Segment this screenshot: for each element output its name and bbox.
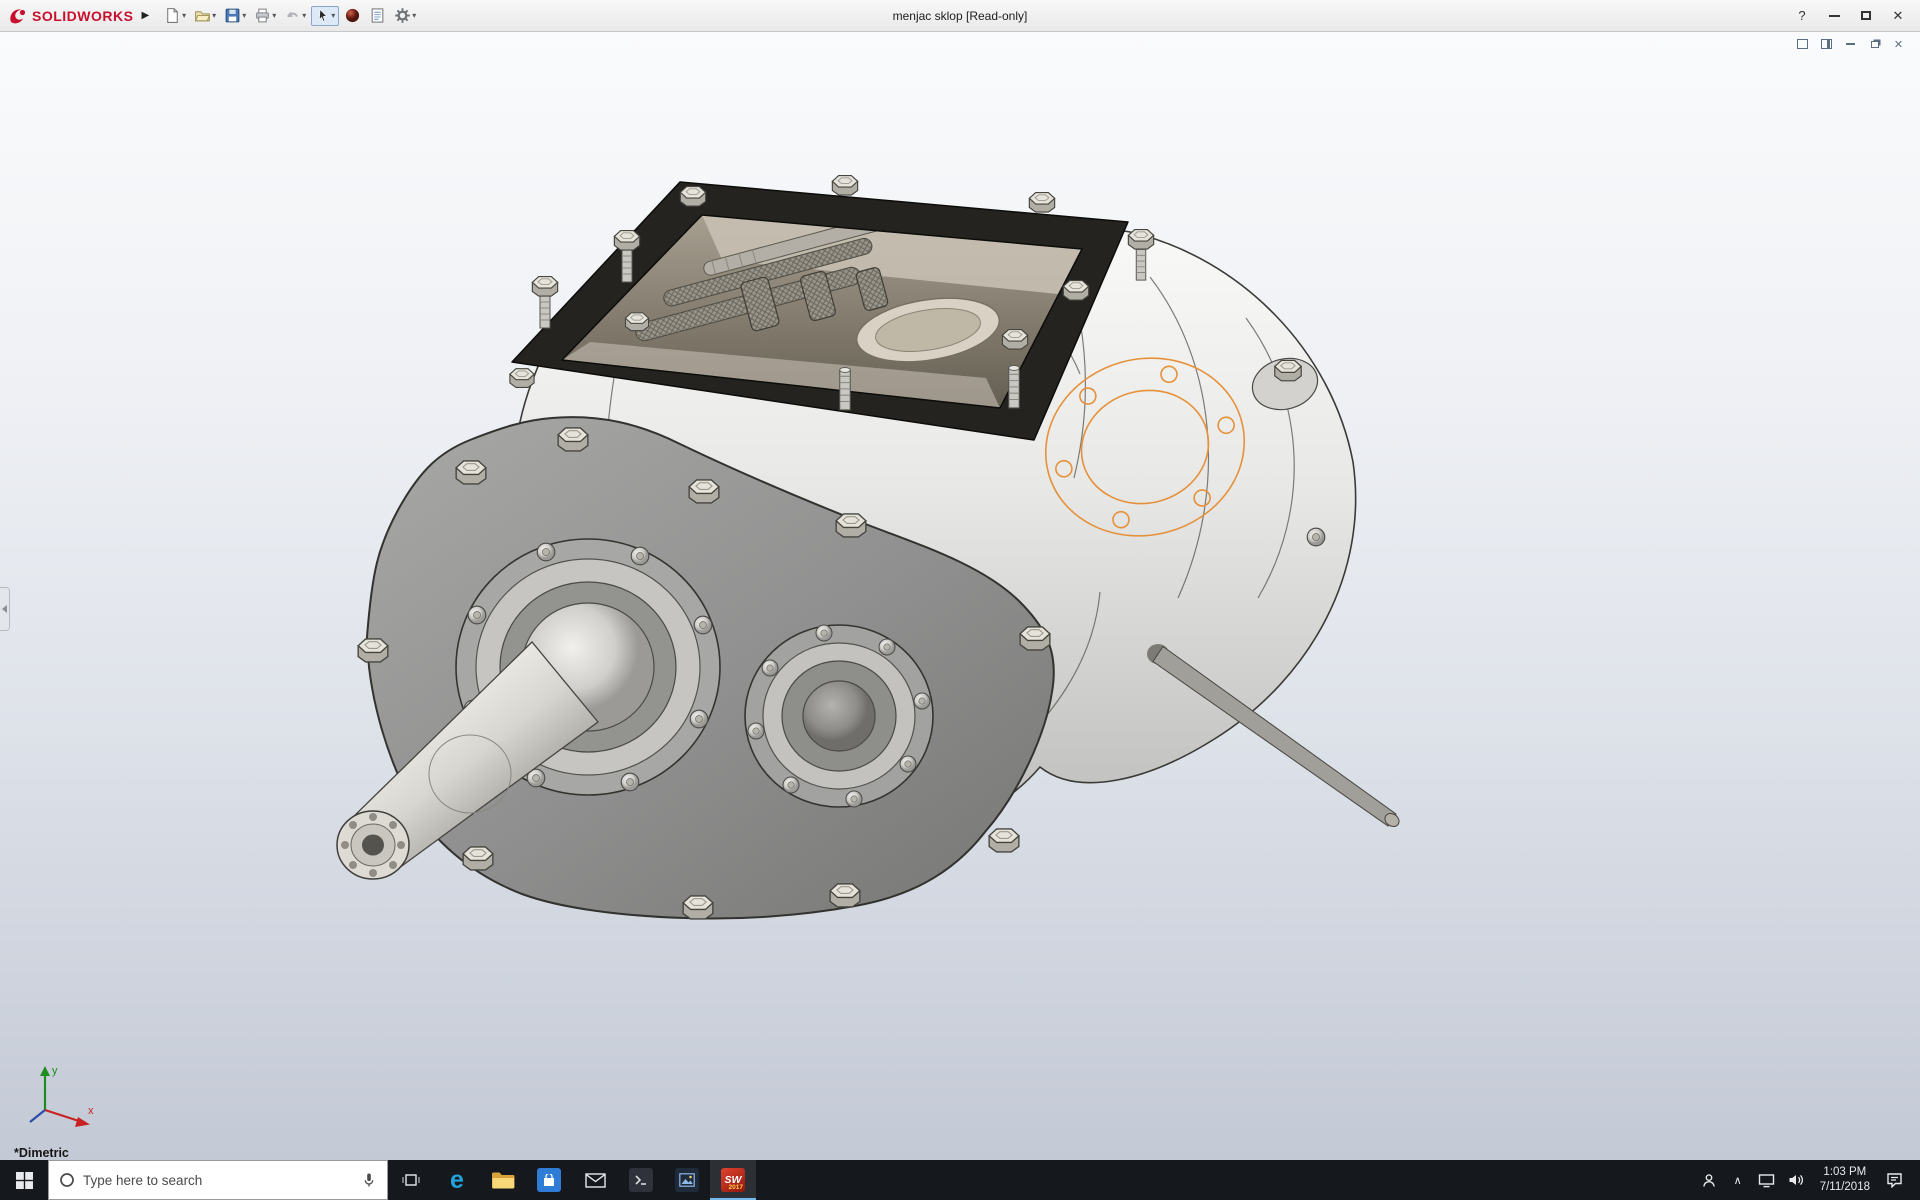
network-icon[interactable]: [1756, 1166, 1778, 1194]
doc-restore-button[interactable]: [1867, 37, 1882, 51]
clock-time: 1:03 PM: [1823, 1166, 1867, 1179]
microphone-icon[interactable]: [361, 1172, 377, 1188]
menu-expand-arrow[interactable]: ▶: [141, 10, 149, 21]
solidworks-app-icon: SW 2017: [721, 1168, 745, 1192]
appearance-sphere-icon: [346, 8, 360, 23]
clock-date: 7/11/2018: [1819, 1181, 1870, 1193]
doc-close-button[interactable]: ✕: [1891, 37, 1906, 51]
print-icon: [256, 8, 270, 23]
undo-icon: [287, 11, 299, 18]
store-icon: [537, 1168, 561, 1192]
dropdown-caret-icon: ▾: [302, 10, 307, 20]
taskbar-app-file-explorer[interactable]: [480, 1160, 526, 1200]
start-button[interactable]: [0, 1160, 48, 1200]
dropdown-caret-icon: ▾: [242, 10, 247, 20]
brand-text: SOLIDWORKS: [32, 7, 134, 24]
taskbar-app-solidworks[interactable]: SW 2017: [710, 1160, 756, 1200]
new-window-icon: [1797, 39, 1808, 49]
task-view-icon: [402, 1174, 420, 1186]
quick-toolbar: ▾ ▾ ▾ ▾ ▾ ▾ ▾: [161, 3, 419, 29]
graphics-area[interactable]: ✕ y x *Dimetric: [0, 32, 1920, 1160]
taskbar-app-terminal[interactable]: [618, 1160, 664, 1200]
edge-icon: e: [450, 1165, 464, 1194]
gearbox-3d-model[interactable]: y x: [0, 32, 1920, 1160]
document-window-controls: ✕: [1795, 37, 1906, 51]
gear-icon: [395, 8, 410, 23]
taskbar-app-edge[interactable]: e: [434, 1160, 480, 1200]
select-tool-button[interactable]: ▾: [311, 5, 340, 26]
sheet-properties-icon: [371, 8, 384, 23]
secondary-bearing-cover: [744, 624, 934, 808]
maximize-button[interactable]: [1852, 4, 1880, 28]
minimize-button[interactable]: [1820, 4, 1848, 28]
titlebar: SOLIDWORKS ▶ ▾ ▾ ▾ ▾ ▾ ▾ ▾ menjac sklop …: [0, 0, 1920, 32]
terminal-icon: [629, 1168, 653, 1192]
triad-x-label: x: [88, 1105, 94, 1117]
select-arrow-icon: [319, 8, 328, 22]
view-orientation-label: *Dimetric: [14, 1146, 69, 1160]
dropdown-caret-icon: ▾: [182, 10, 187, 20]
search-input[interactable]: [83, 1172, 353, 1188]
solidworks-logo: SOLIDWORKS: [8, 7, 133, 25]
split-pane-button[interactable]: [1819, 37, 1834, 51]
save-floppy-icon: [225, 8, 240, 23]
orientation-triad: y x: [29, 1065, 94, 1127]
doc-minimize-icon: [1846, 43, 1855, 45]
task-view-button[interactable]: [388, 1160, 434, 1200]
taskbar-app-photos[interactable]: [664, 1160, 710, 1200]
dropdown-caret-icon: ▾: [331, 10, 336, 20]
save-button[interactable]: ▾: [221, 3, 249, 29]
maximize-icon: [1861, 11, 1871, 20]
triad-y-label: y: [52, 1065, 58, 1077]
dropdown-caret-icon: ▾: [272, 10, 277, 20]
minimize-icon: [1828, 14, 1840, 17]
taskbar-app-mail[interactable]: [572, 1160, 618, 1200]
taskbar-clock[interactable]: 1:03 PM 7/11/2018: [1814, 1165, 1876, 1195]
options-button[interactable]: ▾: [391, 3, 419, 29]
split-pane-icon: [1821, 39, 1832, 49]
appearance-button[interactable]: [341, 3, 364, 29]
dropdown-caret-icon: ▾: [212, 10, 217, 20]
photos-icon: [675, 1168, 699, 1192]
doc-minimize-button[interactable]: [1843, 37, 1858, 51]
open-button[interactable]: ▾: [191, 3, 219, 29]
sheet-properties-button[interactable]: [366, 3, 389, 29]
file-explorer-icon: [492, 1172, 515, 1189]
ds-logo-icon: [10, 8, 26, 23]
hidden-icons-chevron[interactable]: ∧: [1727, 1166, 1749, 1194]
taskbar-search[interactable]: [48, 1160, 388, 1200]
close-button[interactable]: ✕: [1884, 4, 1912, 28]
new-document-button[interactable]: ▾: [161, 3, 189, 29]
windows-logo-icon: [15, 1171, 33, 1189]
action-center-icon[interactable]: [1883, 1166, 1905, 1194]
undo-button[interactable]: ▾: [281, 3, 309, 29]
new-window-button[interactable]: [1795, 37, 1810, 51]
help-button[interactable]: ?: [1788, 4, 1816, 28]
volume-icon[interactable]: [1785, 1166, 1807, 1194]
open-folder-icon: [194, 11, 211, 22]
new-document-icon: [167, 8, 178, 23]
print-button[interactable]: ▾: [251, 3, 279, 29]
search-icon: [60, 1173, 74, 1187]
dropdown-caret-icon: ▾: [412, 10, 417, 20]
system-tray: ∧ 1:03 PM 7/11/2018: [1698, 1160, 1920, 1200]
taskbar: e: [0, 1160, 1920, 1200]
doc-restore-icon: [1870, 40, 1879, 48]
mail-icon: [584, 1172, 606, 1188]
people-icon[interactable]: [1698, 1166, 1720, 1194]
taskbar-app-store[interactable]: [526, 1160, 572, 1200]
